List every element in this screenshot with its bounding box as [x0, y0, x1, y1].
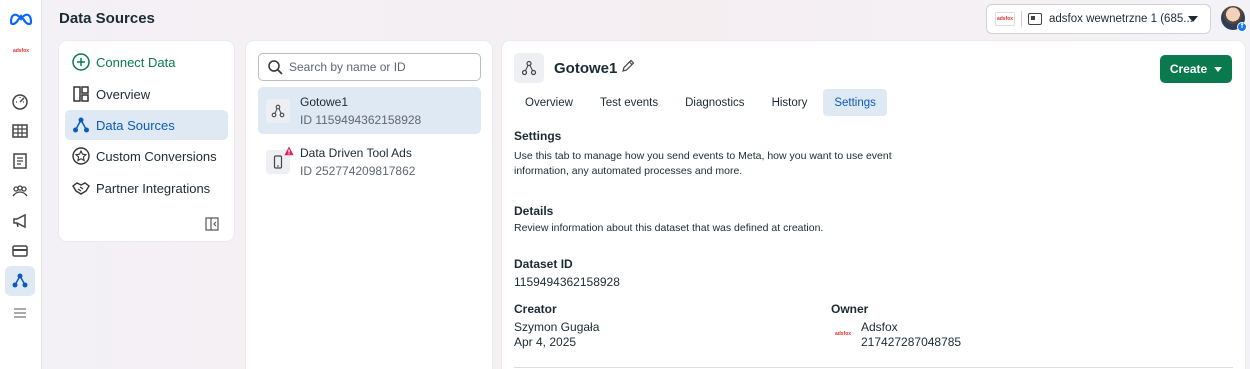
settings-heading: Settings [514, 129, 562, 143]
nav-overview[interactable]: Overview [65, 79, 228, 109]
settings-description: Use this tab to manage how you send even… [514, 149, 914, 179]
owner-id: 217427287048785 [861, 335, 962, 349]
handshake-icon [72, 182, 90, 195]
pencil-icon[interactable] [621, 59, 635, 73]
nav-partner-integrations[interactable]: Partner Integrations [65, 173, 228, 203]
divider [1021, 11, 1022, 27]
search-box[interactable] [258, 53, 481, 81]
tab-history[interactable]: History [761, 89, 819, 116]
dataset-icon-wrap [514, 53, 544, 83]
data-sources-icon [12, 273, 28, 288]
settings-description-line: Use this tab to manage how you send even… [514, 150, 892, 162]
data-sources-icon [73, 117, 89, 133]
nav-connect-data[interactable]: Connect Data [65, 47, 228, 77]
creator-name: Szymon Gugała [514, 320, 600, 334]
rail-catalog-button[interactable] [5, 146, 35, 176]
chevron-down-icon [1188, 16, 1198, 22]
warning-icon [284, 146, 294, 156]
dataset-icon [521, 60, 537, 76]
nav-item-label: Custom Conversions [96, 148, 217, 164]
data-source-name: Gotowe1 [300, 95, 349, 109]
dataset-icon [271, 104, 285, 118]
creator-date: Apr 4, 2025 [514, 335, 577, 349]
audience-icon [12, 185, 28, 197]
create-button[interactable]: Create [1160, 55, 1232, 83]
dataset-id-label: Dataset ID [514, 257, 573, 271]
dataset-id-value: 1159494362158928 [514, 275, 620, 289]
menu-icon [14, 308, 26, 318]
rail-dashboard-button[interactable] [5, 86, 35, 116]
ad-account-icon [1028, 13, 1042, 25]
tab-overview[interactable]: Overview [514, 89, 584, 116]
nav-item-label: Partner Integrations [96, 180, 211, 196]
mobile-app-icon [273, 155, 283, 169]
dataset-title: Gotowe1 [554, 60, 618, 77]
settings-description-line: information, any automated processes and… [514, 165, 743, 177]
nav-item-label: Connect Data [96, 54, 176, 70]
meta-logo-icon[interactable] [9, 10, 33, 26]
facebook-badge-icon: f [1237, 22, 1247, 32]
owner-logo: adsfox [834, 331, 852, 337]
tab-test-events[interactable]: Test events [589, 89, 669, 116]
details-description: Review information about this dataset th… [514, 222, 824, 234]
data-source-id: ID 252774209817862 [300, 164, 416, 178]
rail-data-sources-button[interactable] [5, 266, 35, 296]
owner-label: Owner [831, 302, 869, 316]
table-icon [12, 124, 28, 138]
dataset-detail-panel: Gotowe1 Create Overview Test events Diag… [502, 41, 1245, 369]
data-source-id: ID 1159494362158928 [300, 113, 422, 127]
rail-billing-button[interactable] [5, 236, 35, 266]
search-input[interactable] [289, 60, 479, 74]
dataset-icon-wrap [266, 99, 290, 123]
rail-audience-button[interactable] [5, 176, 35, 206]
tab-settings[interactable]: Settings [823, 89, 887, 116]
nav-custom-conversions[interactable]: Custom Conversions [65, 141, 228, 171]
owner-name: Adsfox [861, 320, 898, 334]
detail-tabs: Overview Test events Diagnostics History… [514, 89, 892, 116]
chevron-down-icon [1214, 66, 1223, 72]
account-thumbnail[interactable]: adsfox [11, 45, 31, 57]
search-icon [268, 60, 283, 75]
dashboard-icon [12, 94, 28, 110]
nav-data-sources[interactable]: Data Sources [65, 110, 228, 140]
creator-label: Creator [514, 302, 557, 316]
rail-menu-button[interactable] [5, 298, 35, 328]
data-source-list-item[interactable]: Gotowe1 ID 1159494362158928 [258, 87, 481, 134]
plus-circle-icon [72, 53, 90, 71]
account-picker-label: adsfox wewnetrzne 1 (685... [1049, 13, 1193, 25]
create-button-label: Create [1169, 62, 1208, 76]
collapse-panel-icon[interactable] [205, 217, 219, 231]
divider [514, 367, 1233, 368]
data-sources-nav-panel: Connect Data Overview Data Sources Custo… [59, 41, 234, 241]
tab-diagnostics[interactable]: Diagnostics [674, 89, 755, 116]
nav-item-label: Data Sources [96, 117, 175, 133]
data-source-list-item[interactable]: Data Driven Tool Ads ID 252774209817862 [258, 138, 481, 185]
megaphone-icon [13, 213, 26, 229]
data-source-list-panel: Gotowe1 ID 1159494362158928 Data Driven … [246, 41, 492, 369]
data-source-name: Data Driven Tool Ads [300, 146, 412, 160]
nav-item-label: Overview [96, 86, 151, 102]
billing-icon [12, 245, 28, 257]
star-badge-icon [72, 147, 90, 165]
rail-table-button[interactable] [5, 116, 35, 146]
details-heading: Details [514, 204, 554, 218]
avatar[interactable]: f [1221, 6, 1247, 32]
overview-icon [73, 86, 89, 102]
left-rail: adsfox [0, 0, 42, 369]
account-logo: adsfox [995, 12, 1015, 26]
rail-megaphone-button[interactable] [5, 206, 35, 236]
page-title: Data Sources [59, 10, 155, 27]
catalog-icon [13, 153, 27, 169]
account-picker[interactable]: adsfox adsfox wewnetrzne 1 (685... [986, 4, 1211, 34]
